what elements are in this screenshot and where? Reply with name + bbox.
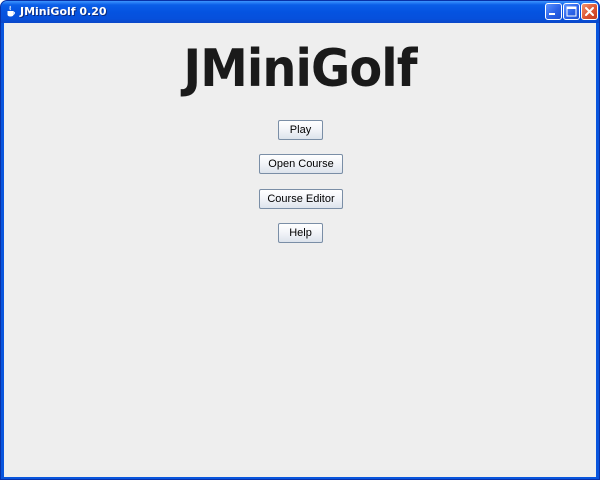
title-bar[interactable]: JMiniGolf 0.20 (1, 1, 599, 23)
minimize-button[interactable] (545, 3, 562, 20)
maximize-button[interactable] (563, 3, 580, 20)
window-title: JMiniGolf 0.20 (20, 5, 107, 18)
help-button[interactable]: Help (278, 223, 323, 243)
course-editor-button[interactable]: Course Editor (259, 189, 343, 209)
java-cup-icon[interactable] (6, 5, 16, 18)
close-icon (585, 7, 594, 16)
minimize-icon (549, 13, 555, 15)
maximize-icon (566, 6, 577, 17)
main-panel: JMiniGolf Play Open Course Course Editor… (4, 23, 596, 477)
app-window: JMiniGolf 0.20 JMiniGolf Play Open Cours… (0, 0, 600, 480)
open-course-button[interactable]: Open Course (259, 154, 343, 174)
play-button[interactable]: Play (278, 120, 323, 140)
close-button[interactable] (581, 3, 598, 20)
app-heading: JMiniGolf (183, 39, 417, 99)
